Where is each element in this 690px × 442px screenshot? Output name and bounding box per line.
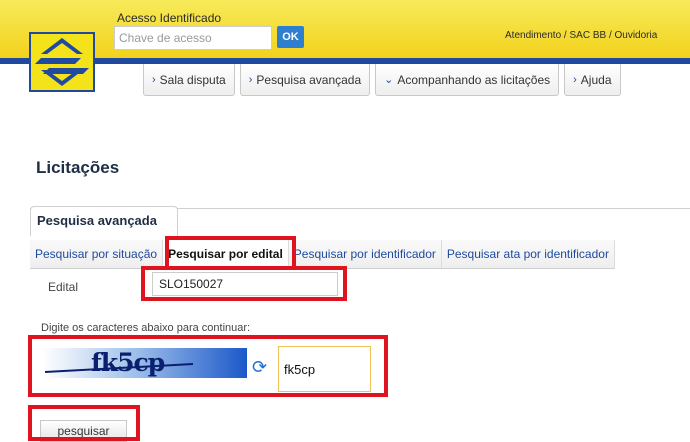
search-tabs: Pesquisar por situação Pesquisar por edi… [30, 240, 615, 269]
tab-pesquisar-por-situacao[interactable]: Pesquisar por situação [30, 240, 164, 268]
ok-button[interactable]: OK [277, 26, 304, 48]
menu-item-label: Acompanhando as licitações [397, 72, 551, 87]
section-title: Pesquisa avançada [30, 206, 178, 236]
page-title: Licitações [36, 158, 120, 177]
menu-item-sala-disputa[interactable]: › Sala disputa [143, 64, 235, 96]
chevron-right-icon: › [573, 73, 577, 86]
menu-item-label: Sala disputa [159, 72, 226, 87]
chevron-right-icon: › [152, 73, 156, 86]
header-bar [0, 0, 690, 58]
tab-pesquisar-por-edital[interactable]: Pesquisar por edital [163, 240, 289, 268]
captcha-input[interactable] [278, 346, 371, 392]
access-label: Acesso Identificado [117, 11, 222, 25]
tab-pesquisar-por-identificador[interactable]: Pesquisar por identificador [288, 240, 442, 268]
menu-item-ajuda[interactable]: › Ajuda [564, 64, 621, 96]
search-button[interactable]: pesquisar [40, 420, 127, 442]
menu-item-pesquisa-avancada[interactable]: › Pesquisa avançada [239, 64, 371, 96]
captcha-instruction: Digite os caracteres abaixo para continu… [41, 322, 251, 334]
menu-item-acompanhando[interactable]: ⌄ Acompanhando as licitações [375, 64, 560, 96]
edital-input[interactable] [152, 272, 338, 296]
tab-pesquisar-ata-por-identificador[interactable]: Pesquisar ata por identificador [441, 240, 615, 268]
chevron-right-icon: › [248, 73, 253, 86]
refresh-captcha-icon[interactable]: ⟳ [252, 358, 267, 376]
main-menu: › Sala disputa › Pesquisa avançada ⌄ Aco… [143, 64, 626, 96]
menu-item-label: Ajuda [580, 72, 612, 87]
menu-item-label: Pesquisa avançada [256, 72, 362, 87]
atendimento-link[interactable]: Atendimento / SAC BB / Ouvidoria [505, 30, 657, 41]
banco-do-brasil-logo[interactable] [29, 32, 95, 92]
captcha-text: fk5cp [91, 348, 165, 377]
access-key-input[interactable] [114, 26, 272, 50]
chevron-down-icon: ⌄ [384, 74, 394, 86]
edital-label: Edital [48, 280, 79, 294]
captcha-image: fk5cp [43, 348, 247, 378]
